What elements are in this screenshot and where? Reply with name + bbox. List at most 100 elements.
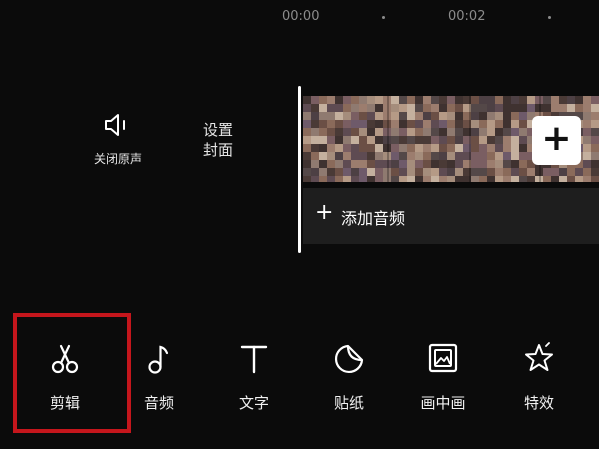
mosaic-pixel [503, 128, 511, 136]
tool-picture-in-picture[interactable]: 画中画 [408, 342, 478, 413]
mosaic-pixel [359, 136, 367, 144]
mosaic-pixel [311, 112, 319, 120]
mosaic-pixel [407, 168, 415, 176]
mosaic-pixel [375, 152, 383, 160]
mosaic-pixel [303, 136, 311, 144]
mosaic-pixel [359, 168, 367, 176]
mosaic-pixel [367, 176, 375, 182]
mosaic-pixel [439, 112, 447, 120]
mosaic-pixel [559, 168, 567, 176]
mosaic-pixel [439, 104, 447, 112]
mosaic-pixel [415, 112, 423, 120]
mosaic-pixel [423, 168, 431, 176]
tool-audio-label: 音频 [143, 394, 174, 412]
mosaic-pixel [511, 120, 519, 128]
mosaic-pixel [343, 120, 351, 128]
mosaic-pixel [343, 168, 351, 176]
mosaic-pixel [543, 104, 551, 112]
mosaic-pixel [439, 144, 447, 152]
mosaic-pixel [495, 120, 503, 128]
mosaic-pixel [495, 104, 503, 112]
set-cover-button[interactable]: 设置 封面 [188, 120, 248, 160]
mosaic-pixel [335, 128, 343, 136]
add-audio-label: 添加音频 [341, 209, 406, 228]
mosaic-pixel [399, 104, 407, 112]
mosaic-pixel [495, 168, 503, 176]
mosaic-pixel [327, 104, 335, 112]
mosaic-pixel [311, 160, 319, 168]
mosaic-pixel [407, 128, 415, 136]
mosaic-pixel [487, 96, 495, 104]
mosaic-pixel [423, 112, 431, 120]
mosaic-pixel [447, 136, 455, 144]
mosaic-pixel [455, 160, 463, 168]
mosaic-pixel [487, 112, 495, 120]
mosaic-pixel [583, 160, 591, 168]
mosaic-pixel [351, 144, 359, 152]
mosaic-pixel [391, 112, 399, 120]
tool-sticker-label: 贴纸 [333, 394, 364, 412]
mosaic-pixel [487, 104, 495, 112]
mosaic-pixel [343, 104, 351, 112]
mosaic-pixel [439, 160, 447, 168]
mosaic-pixel [311, 96, 319, 104]
mosaic-pixel [591, 152, 599, 160]
mosaic-pixel [375, 160, 383, 168]
mosaic-pixel [471, 104, 479, 112]
mosaic-pixel [391, 128, 399, 136]
mosaic-pixel [359, 152, 367, 160]
mosaic-pixel [511, 144, 519, 152]
mosaic-pixel [455, 128, 463, 136]
tool-audio[interactable]: 音频 [124, 342, 194, 413]
mosaic-pixel [351, 136, 359, 144]
add-clip-button[interactable]: + [532, 116, 581, 165]
mosaic-pixel [559, 104, 567, 112]
tool-pip-label: 画中画 [420, 394, 466, 412]
mosaic-pixel [359, 96, 367, 104]
mosaic-pixel [511, 136, 519, 144]
mosaic-pixel [591, 144, 599, 152]
mosaic-pixel [319, 112, 327, 120]
mosaic-pixel [391, 168, 399, 176]
mosaic-pixel [335, 176, 343, 182]
mosaic-pixel [575, 96, 583, 104]
mosaic-pixel [567, 168, 575, 176]
mosaic-pixel [447, 96, 455, 104]
playhead[interactable] [298, 86, 301, 253]
mosaic-pixel [407, 136, 415, 144]
mosaic-pixel [311, 144, 319, 152]
mosaic-pixel [319, 96, 327, 104]
picture-in-picture-icon [428, 343, 458, 373]
mosaic-pixel [503, 168, 511, 176]
timestamp-start: 00:00 [282, 9, 320, 24]
mosaic-pixel [511, 128, 519, 136]
mosaic-pixel [303, 128, 311, 136]
mosaic-pixel [591, 168, 599, 176]
mosaic-pixel [439, 120, 447, 128]
mosaic-pixel [503, 96, 511, 104]
add-audio-track[interactable]: + 添加音频 [303, 188, 599, 244]
mosaic-pixel [303, 168, 311, 176]
tool-edit[interactable]: 剪辑 [30, 342, 100, 413]
mosaic-pixel [351, 96, 359, 104]
mosaic-pixel [407, 152, 415, 160]
mosaic-pixel [319, 152, 327, 160]
mosaic-pixel [343, 176, 351, 182]
mosaic-pixel [431, 160, 439, 168]
mosaic-pixel [415, 128, 423, 136]
tool-text[interactable]: 文字 [219, 342, 289, 413]
mosaic-pixel [511, 96, 519, 104]
mosaic-pixel [503, 136, 511, 144]
tool-sticker[interactable]: 贴纸 [314, 342, 384, 413]
tool-effects[interactable]: 特效 [504, 342, 574, 413]
mosaic-pixel [447, 120, 455, 128]
mosaic-pixel [351, 152, 359, 160]
mosaic-pixel [431, 168, 439, 176]
mosaic-pixel [359, 104, 367, 112]
mute-original-audio-button[interactable]: 关闭原声 [78, 112, 158, 167]
mosaic-pixel [439, 128, 447, 136]
mosaic-pixel [399, 144, 407, 152]
mosaic-pixel [423, 96, 431, 104]
mosaic-pixel [303, 144, 311, 152]
mosaic-pixel [503, 152, 511, 160]
